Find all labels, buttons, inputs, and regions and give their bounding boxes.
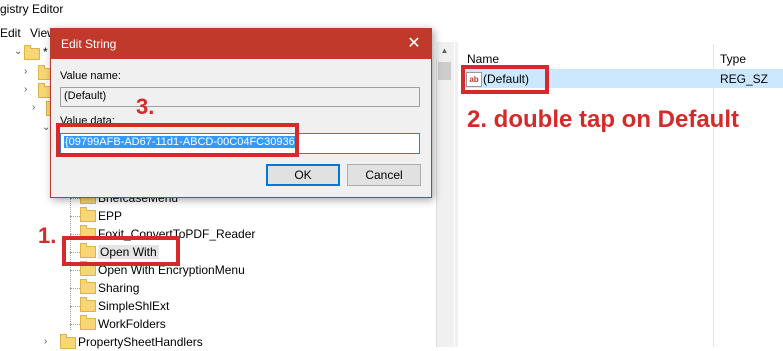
annotation-step-1: 1. (38, 223, 57, 248)
annotation-step-2: 2. double tap on Default (467, 106, 740, 133)
collapse-chevron-icon[interactable]: ⌄ (14, 46, 22, 57)
close-icon[interactable]: ✕ (403, 33, 425, 55)
tree-item-label: WorkFolders (98, 317, 166, 331)
annotation-box-default (461, 65, 549, 94)
value-type: REG_SZ (720, 72, 769, 86)
tree-item-epp[interactable]: EPP (70, 207, 290, 225)
tree-item-root[interactable]: * (43, 45, 48, 59)
value-name-label: Value name: (60, 70, 121, 82)
column-divider[interactable] (713, 44, 714, 347)
menu-edit[interactable]: Edit (0, 26, 21, 40)
tree-item-simpleshlext[interactable]: SimpleShlExt (70, 297, 290, 315)
tree-scrollbar[interactable] (436, 42, 454, 347)
ok-button[interactable]: OK (266, 164, 340, 186)
value-name-text: (Default) (64, 90, 107, 102)
tree-item-propertysheethandlers[interactable]: › PropertySheetHandlers (44, 333, 264, 351)
tree-item-label: EPP (98, 209, 123, 223)
column-header-name[interactable]: Name (467, 52, 499, 66)
expand-chevron-icon[interactable]: › (24, 66, 27, 77)
folder-icon (24, 45, 40, 60)
value-name-field: (Default) (60, 87, 420, 107)
annotation-box-open-with (62, 236, 180, 266)
dialog-title-bar[interactable]: Edit String ✕ (51, 29, 431, 59)
scroll-up-arrow-icon[interactable]: ▲ (436, 42, 453, 59)
folder-icon (60, 334, 76, 349)
folder-icon (80, 315, 96, 330)
tree-item-workfolders[interactable]: WorkFolders (70, 315, 290, 333)
annotation-step-3: 3. (136, 94, 155, 119)
window-title: gistry Editor (0, 2, 64, 16)
expand-chevron-icon[interactable]: › (24, 84, 27, 95)
expand-chevron-icon[interactable]: › (44, 336, 47, 347)
tree-item-label: SimpleShlExt (98, 299, 170, 313)
column-header-type[interactable]: Type (720, 52, 746, 66)
folder-icon (80, 279, 96, 294)
folder-icon (80, 207, 96, 222)
annotation-box-value-data (56, 123, 299, 157)
title-bar: gistry Editor (0, 0, 783, 20)
cancel-button[interactable]: Cancel (347, 164, 421, 186)
edit-string-dialog: Edit String ✕ Value name: (Default) Valu… (50, 28, 432, 198)
expand-chevron-icon[interactable]: › (32, 102, 35, 113)
tree-item-label: Sharing (98, 281, 140, 295)
dialog-title: Edit String (61, 37, 117, 51)
folder-icon (80, 297, 96, 312)
scrollbar-thumb[interactable] (438, 62, 451, 80)
tree-item-sharing[interactable]: Sharing (70, 279, 290, 297)
